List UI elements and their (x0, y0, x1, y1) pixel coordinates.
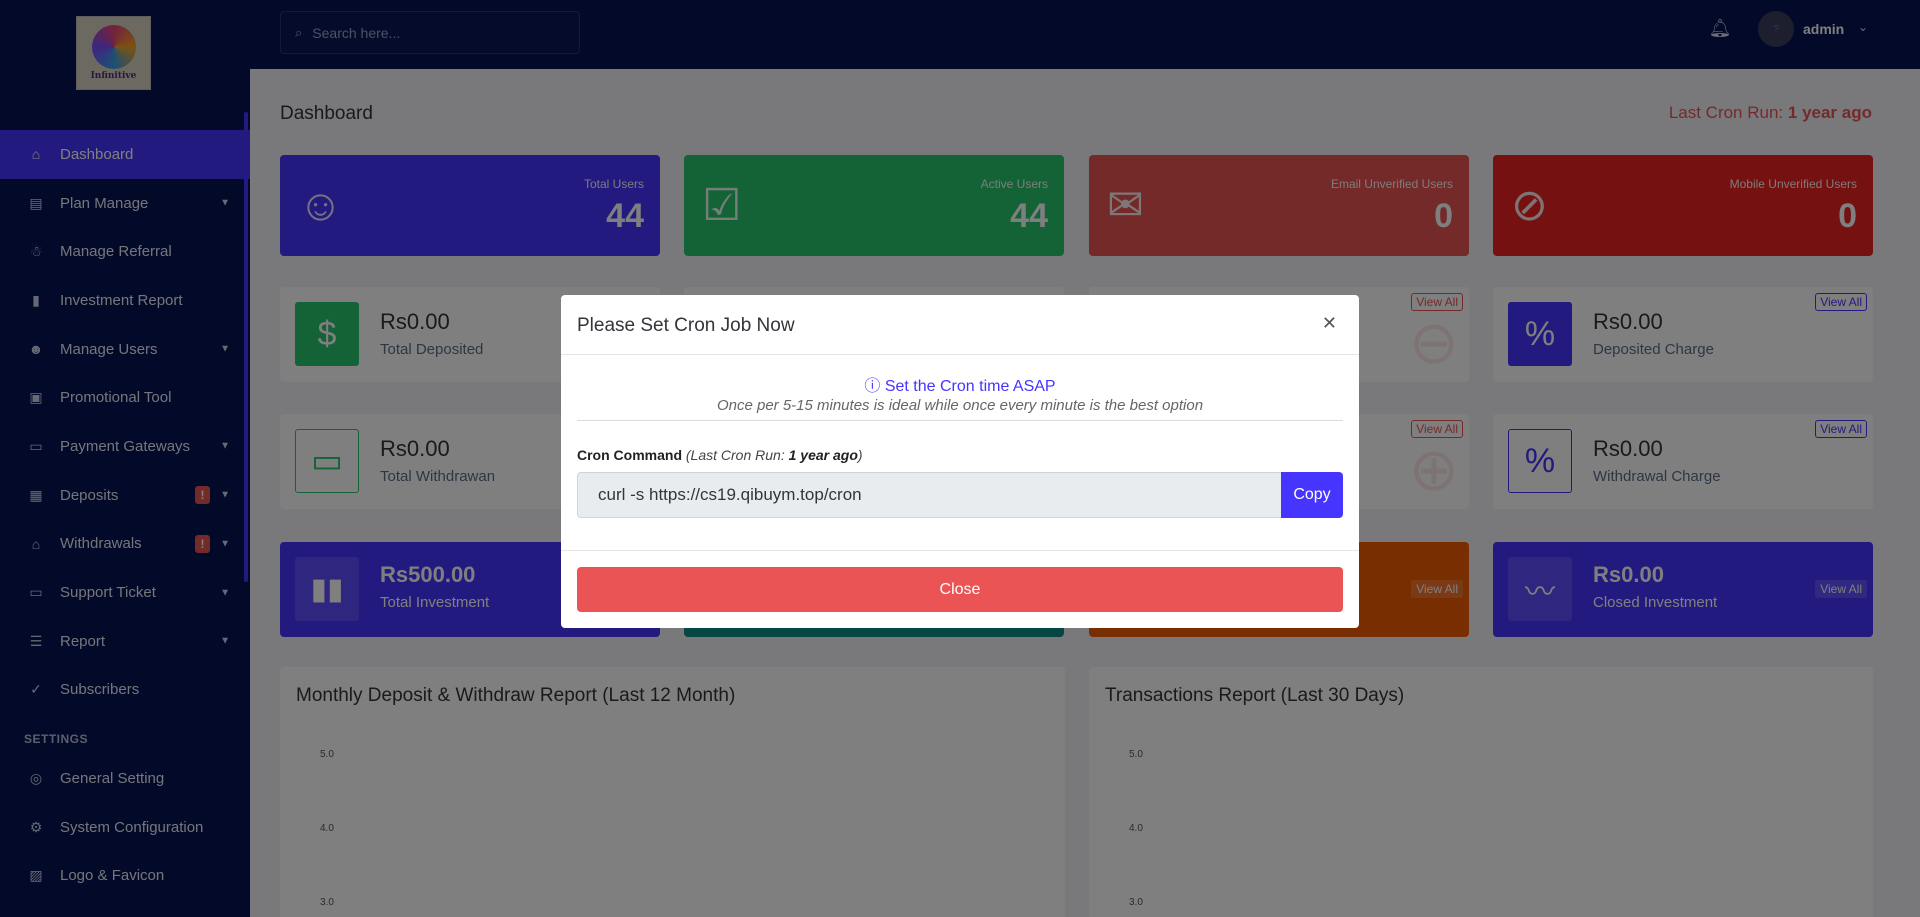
divider (577, 420, 1343, 421)
notice-title-text: Set the Cron time ASAP (884, 378, 1056, 395)
cron-command-prefix: (Last Cron Run: (685, 447, 785, 463)
cron-modal: Please Set Cron Job Now ✕ ⓘ Set the Cron… (561, 295, 1359, 628)
cron-command-title: Cron Command (577, 447, 682, 463)
cron-command-label: Cron Command (Last Cron Run: 1 year ago) (577, 447, 863, 463)
cron-command-input[interactable] (577, 472, 1281, 518)
notice-text: Once per 5-15 minutes is ideal while onc… (716, 397, 1204, 414)
divider (561, 550, 1359, 551)
close-icon[interactable]: ✕ (1322, 313, 1337, 334)
modal-header: Please Set Cron Job Now ✕ (561, 295, 1359, 355)
copy-button[interactable]: Copy (1281, 472, 1343, 518)
modal-title: Please Set Cron Job Now (577, 315, 795, 336)
close-button[interactable]: Close (577, 567, 1343, 612)
notice-title: ⓘ Set the Cron time ASAP (561, 372, 1359, 396)
cron-command-value: 1 year ago (788, 447, 858, 463)
info-icon: ⓘ (864, 378, 885, 395)
cron-command-suffix: ) (857, 447, 863, 463)
